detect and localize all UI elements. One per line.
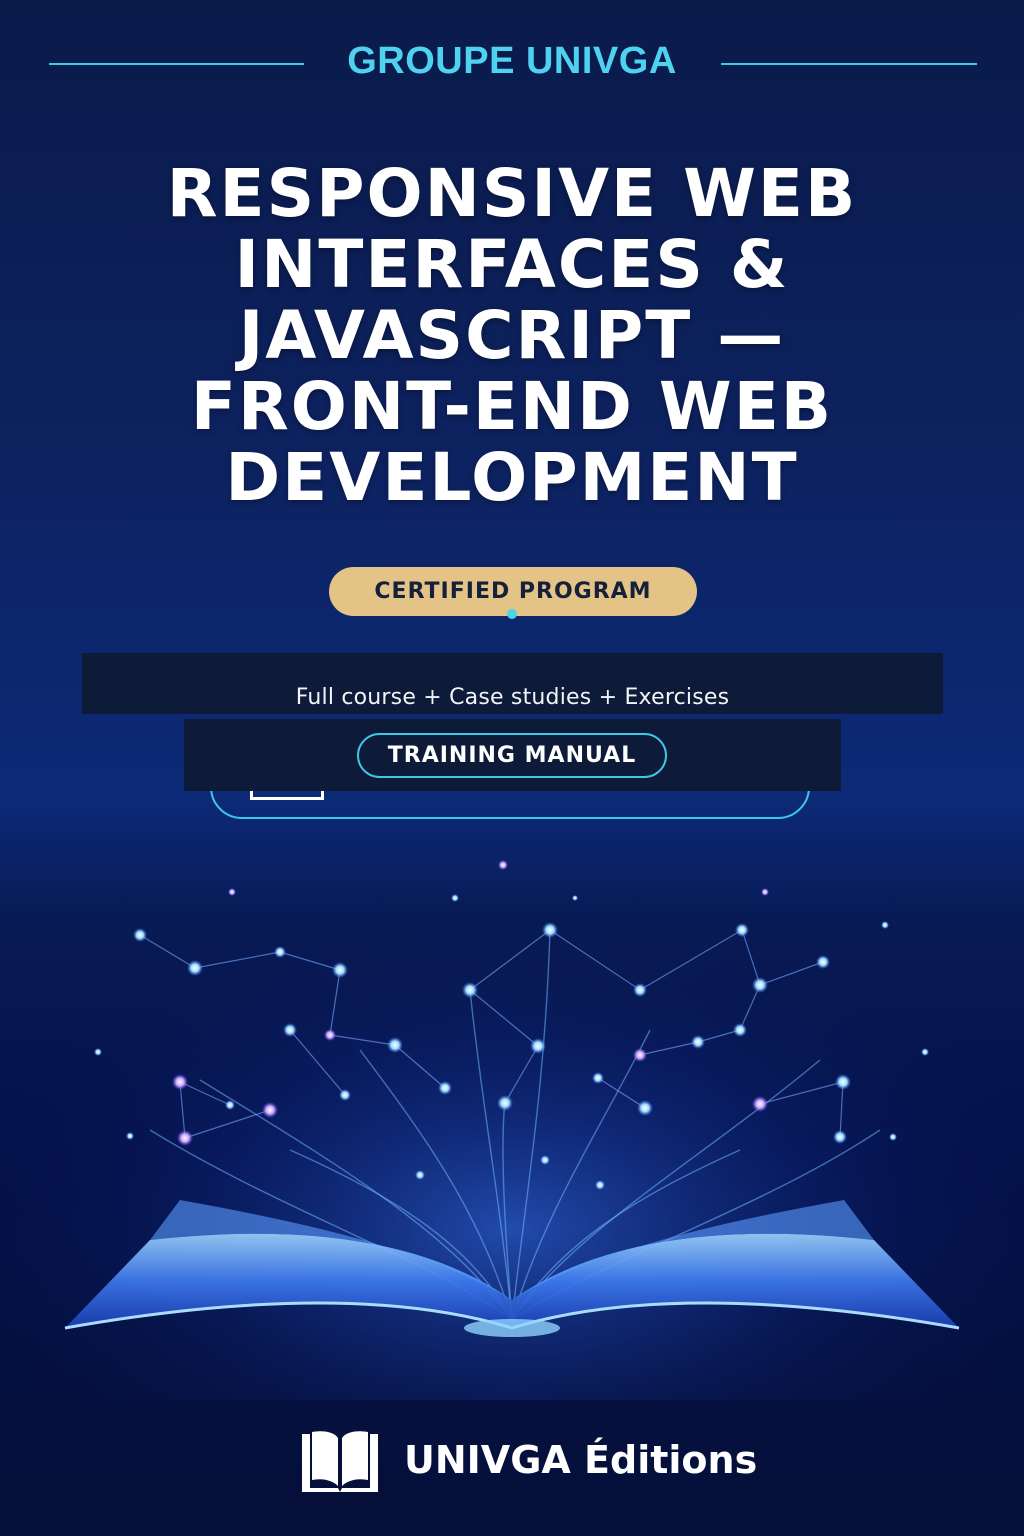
- open-book-icon: [302, 1431, 378, 1492]
- publisher-name: UNIVGA Éditions: [404, 1438, 758, 1482]
- training-manual-badge: TRAINING MANUAL: [357, 733, 667, 778]
- book-title: RESPONSIVE WEB INTERFACES & JAVASCRIPT —…: [166, 155, 858, 516]
- book-network-illustration: [0, 830, 1024, 1400]
- publisher-group: GROUPE UNIVGA: [347, 40, 677, 82]
- accent-dot: [507, 609, 517, 619]
- contents-line: Full course + Case studies + Exercises: [295, 685, 730, 710]
- contents-banner: Full course + Case studies + Exercises: [82, 653, 943, 714]
